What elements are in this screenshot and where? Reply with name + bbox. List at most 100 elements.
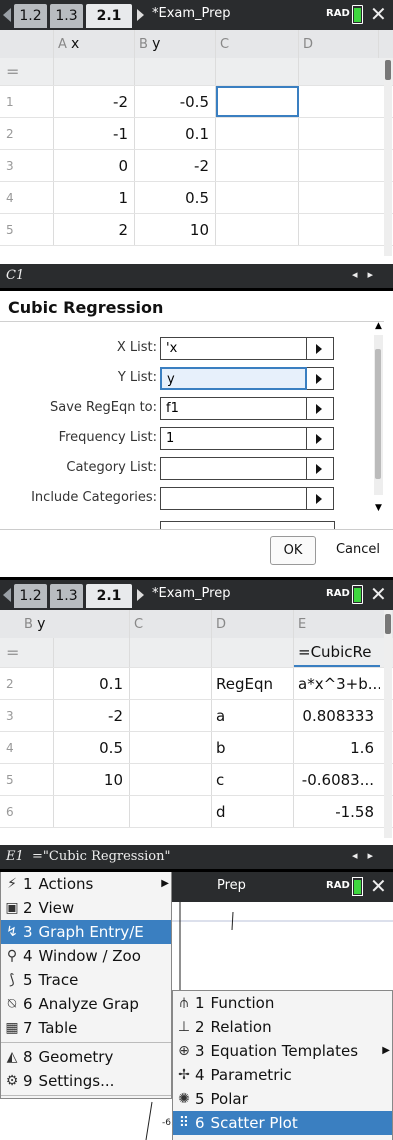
scrollbar-thumb[interactable] [385,60,391,80]
submenu-item-equation-templates[interactable]: ⊕ 3 Equation Templates ▶ [173,1039,392,1063]
column-b-header[interactable]: B y [0,610,130,638]
menu-item-settings[interactable]: ⚙ 9 Settings... [1,1069,171,1093]
tab-left-arrow-icon[interactable] [3,588,11,602]
cell-c[interactable] [130,732,212,763]
cell-x[interactable]: 2 [54,214,135,245]
field-input[interactable]: 'x [160,337,307,360]
tab-1-2[interactable]: 1.2 [14,584,47,608]
cell-x[interactable]: 0 [54,150,135,181]
menu-item-geometry[interactable]: ◭ 8 Geometry [1,1045,171,1069]
column-c-header[interactable]: C [216,30,299,58]
column-d-header[interactable]: D [212,610,294,638]
field-input[interactable] [160,487,307,510]
dropdown-arrow-icon[interactable] [307,337,334,360]
submenu-item-polar[interactable]: ✺ 5 Polar [173,1087,392,1111]
entry-nav-arrows-icon[interactable]: ◂▸ [352,268,383,281]
scrollbar-thumb[interactable] [385,614,391,634]
cell-d[interactable]: a [212,700,294,731]
scroll-up-icon[interactable]: ▲ [375,321,382,331]
cell-e[interactable]: 1.6 [294,732,380,763]
column-e-header[interactable]: E [294,610,380,638]
field-input[interactable]: f1 [160,397,307,420]
cell-e[interactable]: a*x^3+b... [294,668,380,699]
cell-c[interactable] [216,214,299,245]
formula-cell[interactable] [130,638,212,667]
tab-2-1[interactable]: 2.1 [86,4,132,28]
dropdown-arrow-icon[interactable] [307,367,334,390]
cell-content[interactable]: ="Cubic Regression" [32,849,170,864]
cell-c[interactable] [130,796,212,827]
cell-b[interactable] [54,796,130,827]
cancel-button[interactable]: Cancel [325,536,391,565]
cell-x[interactable]: 1 [54,182,135,213]
field-input[interactable] [160,457,307,480]
column-b-header[interactable]: B y [135,30,216,58]
column-c-header[interactable]: C [130,610,212,638]
column-a-header[interactable]: A x [54,30,135,58]
tab-left-arrow-icon[interactable] [3,8,11,22]
cell-d[interactable] [299,86,379,117]
menu-item-window-zoo[interactable]: ⚲ 4 Window / Zoo [1,944,171,968]
submenu-item-parametric[interactable]: ✢ 4 Parametric [173,1063,392,1087]
column-d-header[interactable]: D [299,30,379,58]
close-icon[interactable]: ✕ [370,582,387,606]
dialog-scrollbar[interactable] [374,335,383,495]
cell-e[interactable]: 0.808333 [294,700,380,731]
dropdown-arrow-icon[interactable] [307,457,334,480]
field-input[interactable] [160,521,335,529]
cell-e[interactable]: -1.58 [294,796,380,827]
tab-1-3[interactable]: 1.3 [50,584,83,608]
cell-b[interactable]: -2 [54,700,130,731]
formula-cell[interactable] [212,638,294,667]
formula-cell[interactable] [299,58,379,85]
formula-cell-e[interactable]: =CubicRe [294,638,380,667]
cell-c[interactable] [216,118,299,149]
formula-cell[interactable] [216,58,299,85]
cell-y[interactable]: 10 [135,214,216,245]
field-input[interactable]: y [160,367,307,390]
tab-1-3[interactable]: 1.3 [50,4,83,28]
cell-c[interactable] [216,150,299,181]
cell-d[interactable] [299,214,379,245]
submenu-item-scatter-plot[interactable]: ⠿ 6 Scatter Plot [173,1111,392,1135]
vertical-scrollbar[interactable] [384,610,392,838]
cell-d[interactable]: b [212,732,294,763]
formula-cell[interactable] [54,58,135,85]
cell-y[interactable]: -0.5 [135,86,216,117]
cell-y[interactable]: 0.5 [135,182,216,213]
cell-b[interactable]: 10 [54,764,130,795]
submenu-item-sequence[interactable]: ⊑7Sequence▶ [173,1135,392,1140]
cell-y[interactable]: -2 [135,150,216,181]
selected-cell-c1[interactable] [216,86,299,117]
cell-d[interactable]: d [212,796,294,827]
close-icon[interactable]: ✕ [370,874,387,898]
dropdown-arrow-icon[interactable] [307,487,334,510]
cell-c[interactable] [130,700,212,731]
menu-item-view[interactable]: ▣ 2 View [1,896,171,920]
tab-1-2[interactable]: 1.2 [14,4,47,28]
menu-item-actions[interactable]: ⚡ 1 Actions ▶ [1,872,171,896]
submenu-item-function[interactable]: ⫛ 1 Function [173,991,392,1015]
cell-c[interactable] [216,182,299,213]
cell-d[interactable] [299,118,379,149]
vertical-scrollbar[interactable] [384,58,392,256]
submenu-item-relation[interactable]: ⊥ 2 Relation [173,1015,392,1039]
dropdown-arrow-icon[interactable] [307,397,334,420]
menu-item-analyze-grap[interactable]: ⍉ 6 Analyze Grap [1,992,171,1016]
cell-x[interactable]: -2 [54,86,135,117]
tab-2-1[interactable]: 2.1 [86,584,132,608]
dropdown-arrow-icon[interactable] [307,427,334,450]
ok-button[interactable]: OK [270,536,316,565]
cell-d[interactable]: RegEqn [212,668,294,699]
cell-x[interactable]: -1 [54,118,135,149]
cell-e[interactable]: -0.6083... [294,764,380,795]
cell-c[interactable] [130,764,212,795]
scroll-down-icon[interactable]: ▼ [375,503,382,513]
cell-b[interactable]: 0.1 [54,668,130,699]
cell-d[interactable] [299,182,379,213]
entry-nav-arrows-icon[interactable]: ◂▸ [352,849,383,862]
menu-item-trace[interactable]: ⟆ 5 Trace [1,968,171,992]
entry-line[interactable]: E1 ="Cubic Regression" ◂▸ [0,845,393,869]
formula-cell[interactable] [135,58,216,85]
cell-c[interactable] [130,668,212,699]
